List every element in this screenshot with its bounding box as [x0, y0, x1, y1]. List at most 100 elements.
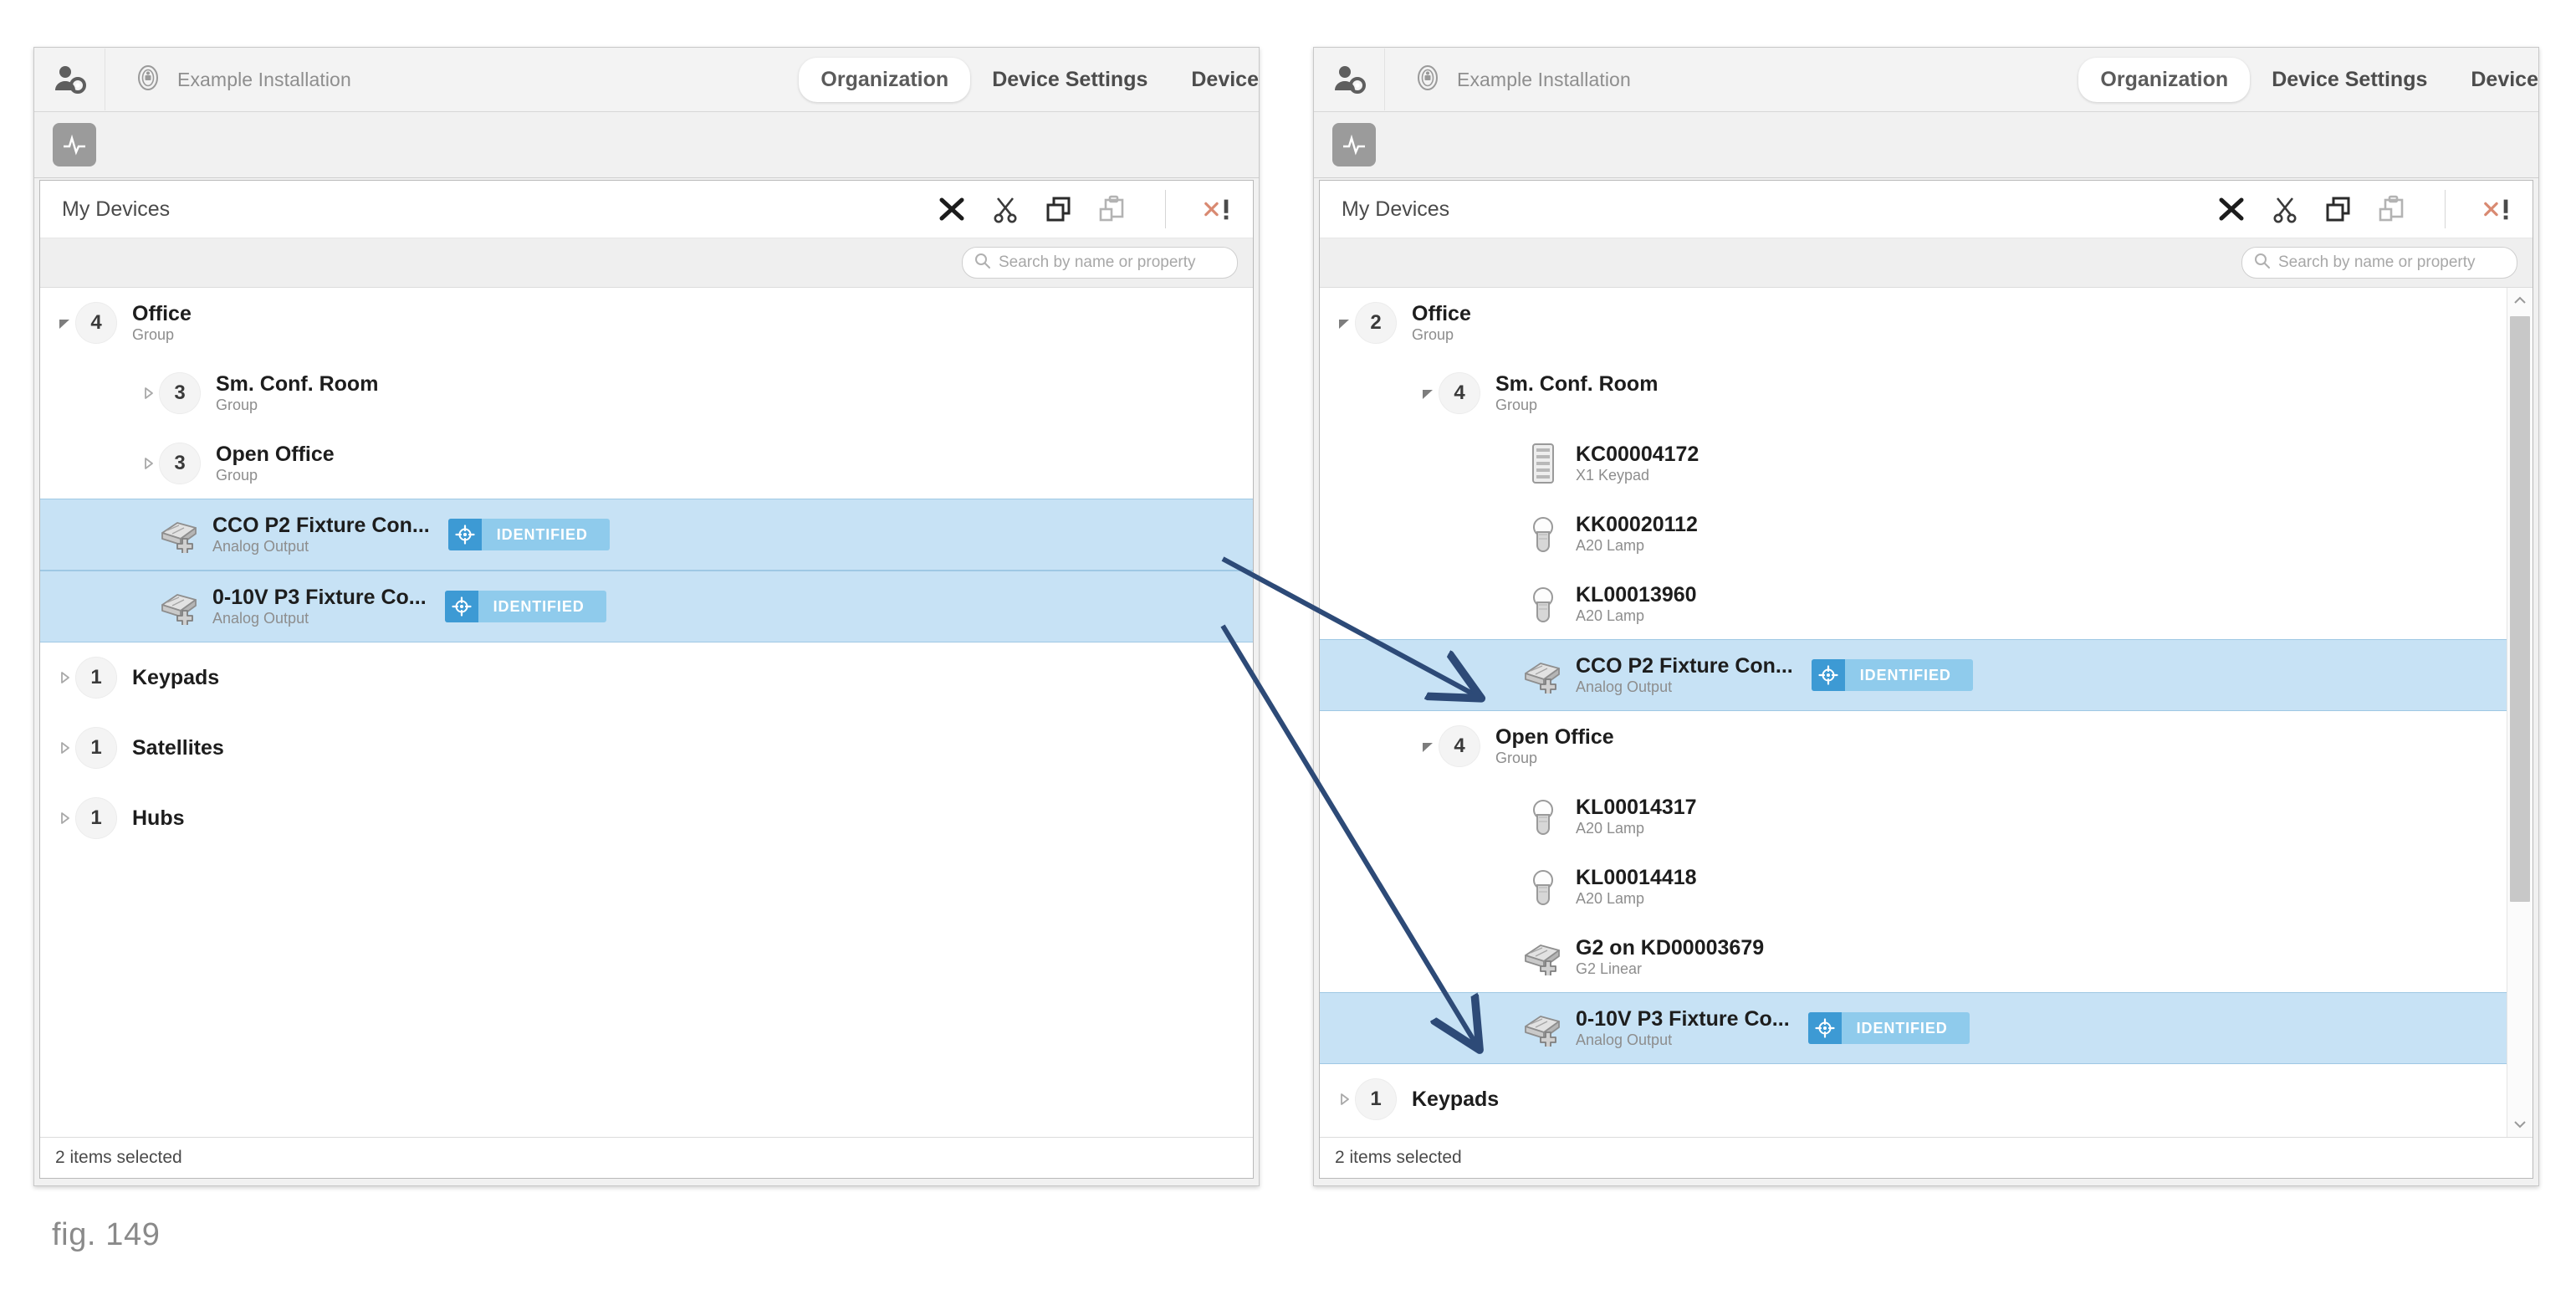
row-name: Open Office: [1495, 724, 1614, 749]
row-name: KK00020112: [1576, 512, 1698, 536]
tree-row-selected[interactable]: 0-10V P3 Fixture Co... Analog Output IDENT…: [40, 571, 1253, 642]
tree-row[interactable]: 2 Office Group: [1320, 288, 2507, 358]
tab-device-settings[interactable]: Device Settings: [2250, 58, 2449, 102]
tree-row[interactable]: 1 Hubs: [40, 783, 1253, 853]
copy-icon[interactable]: [2323, 193, 2354, 225]
tree-row-selected[interactable]: CCO P2 Fixture Con... Analog Output IDENTI…: [40, 499, 1253, 571]
delete-icon[interactable]: [936, 193, 968, 225]
chevron-right-icon[interactable]: [1333, 1091, 1355, 1108]
activity-pulse-icon[interactable]: [53, 123, 96, 166]
vertical-scrollbar[interactable]: [2507, 288, 2533, 1137]
group-count-badge: 1: [75, 797, 117, 839]
row-name: Satellites: [132, 735, 224, 760]
row-name: KL00013960: [1576, 582, 1697, 607]
row-name: Keypads: [1412, 1087, 1500, 1111]
target-identify-icon: [1811, 659, 1845, 691]
tab-device[interactable]: Device: [2449, 58, 2538, 102]
row-labels: 0-10V P3 Fixture Co... Analog Output: [212, 586, 427, 627]
row-subtitle: A20 Lamp: [1576, 607, 1645, 625]
tree-row[interactable]: 4 Office Group: [40, 288, 1253, 358]
tree-row-selected[interactable]: CCO P2 Fixture Con... Analog Output IDENTI…: [1320, 639, 2507, 711]
cut-icon[interactable]: [989, 193, 1021, 225]
search-placeholder: Search by name or property: [2278, 253, 2476, 271]
installation-block[interactable]: Example Installation: [105, 64, 351, 96]
user-settings-button[interactable]: [34, 49, 105, 110]
panel-header-left: My Devices: [40, 181, 1253, 238]
chevron-right-icon[interactable]: [54, 669, 75, 686]
target-identify-icon: [444, 591, 478, 622]
tree-root-left: 4 Office Group 3 Sm. Conf. Room Group 3 Open Of…: [40, 288, 1253, 853]
tree-row[interactable]: KL00013960 A20 Lamp: [1320, 569, 2507, 639]
user-settings-button[interactable]: [1314, 49, 1385, 110]
tab-organization[interactable]: Organization: [799, 57, 971, 102]
chevron-right-icon[interactable]: [54, 740, 75, 756]
chevron-right-icon[interactable]: [137, 455, 159, 472]
device-tree-left[interactable]: 4 Office Group 3 Sm. Conf. Room Group 3 Open Of…: [40, 288, 1253, 1137]
tree-row[interactable]: 4 Sm. Conf. Room Group: [1320, 358, 2507, 428]
tree-row[interactable]: 3 Sm. Conf. Room Group: [40, 358, 1253, 428]
search-input[interactable]: Search by name or property: [2241, 247, 2517, 279]
delete-icon[interactable]: [2216, 193, 2247, 225]
tree-row[interactable]: 3 Open Office Group: [40, 428, 1253, 499]
tree-row-selected[interactable]: 0-10V P3 Fixture Co... Analog Output IDENT…: [1320, 992, 2507, 1064]
chevron-down-icon[interactable]: [54, 315, 75, 331]
lamp-icon: [1522, 584, 1564, 624]
scrollbar-thumb[interactable]: [2510, 316, 2530, 902]
status-badge[interactable]: IDENTIFIED: [1807, 1012, 1970, 1044]
tree-row[interactable]: KL00014418 A20 Lamp: [1320, 852, 2507, 922]
paste-icon[interactable]: [2376, 193, 2408, 225]
tree-row[interactable]: G2 on KD00003679 G2 Linear: [1320, 922, 2507, 992]
search-icon: [2254, 253, 2271, 274]
row-subtitle: Group: [216, 467, 258, 484]
scroll-up-arrow-icon[interactable]: [2507, 288, 2533, 313]
scroll-down-arrow-icon[interactable]: [2507, 1112, 2533, 1137]
chevron-down-icon[interactable]: [1417, 385, 1439, 402]
tab-device-settings[interactable]: Device Settings: [970, 58, 1169, 102]
copy-icon[interactable]: [1043, 193, 1075, 225]
device-tree-right[interactable]: 2 Office Group 4 Sm. Conf. Room Group KC000041…: [1320, 288, 2533, 1137]
status-badge[interactable]: IDENTIFIED: [447, 519, 610, 550]
tree-row[interactable]: KC00004172 X1 Keypad: [1320, 428, 2507, 499]
status-badge[interactable]: IDENTIFIED: [1811, 659, 1973, 691]
group-count-badge: 4: [1439, 372, 1480, 414]
clear-errors-icon[interactable]: [2482, 193, 2514, 225]
group-count-badge: 3: [159, 372, 201, 414]
status-badge[interactable]: IDENTIFIED: [444, 591, 606, 622]
tree-row[interactable]: 4 Open Office Group: [1320, 711, 2507, 781]
tree-row[interactable]: 1 Keypads: [1320, 1064, 2507, 1134]
tab-bar-left: Organization Device Settings Device: [799, 48, 1259, 111]
row-name: KL00014418: [1576, 865, 1697, 889]
chevron-down-icon[interactable]: [1333, 315, 1355, 331]
chevron-right-icon[interactable]: [137, 385, 159, 402]
search-input[interactable]: Search by name or property: [962, 247, 1238, 279]
row-labels: Hubs: [132, 807, 185, 830]
lamp-icon: [1522, 514, 1564, 554]
clear-errors-icon[interactable]: [1203, 193, 1234, 225]
row-subtitle: Group: [1412, 326, 1454, 344]
group-count-badge: 2: [1355, 302, 1397, 344]
row-subtitle: Analog Output: [212, 538, 309, 555]
chevron-right-icon[interactable]: [54, 810, 75, 827]
tree-row[interactable]: KK00020112 A20 Lamp: [1320, 499, 2507, 569]
tab-organization[interactable]: Organization: [2078, 57, 2251, 102]
keypad-icon: [1522, 443, 1564, 484]
row-subtitle: X1 Keypad: [1576, 467, 1650, 484]
tab-device[interactable]: Device: [1169, 58, 1259, 102]
target-identify-icon: [447, 519, 482, 550]
paste-icon[interactable]: [1096, 193, 1128, 225]
tree-root-right: 2 Office Group 4 Sm. Conf. Room Group KC000041…: [1320, 288, 2507, 1134]
cut-icon[interactable]: [2269, 193, 2301, 225]
row-subtitle: Analog Output: [212, 610, 309, 627]
chevron-down-icon[interactable]: [1417, 738, 1439, 755]
tree-row[interactable]: 1 Satellites: [40, 713, 1253, 783]
row-labels: KK00020112 A20 Lamp: [1576, 514, 1698, 555]
figure-stage: Example Installation Organization Device…: [0, 0, 2576, 1295]
activity-pulse-icon[interactable]: [1332, 123, 1376, 166]
tree-row[interactable]: 1 Keypads: [40, 642, 1253, 713]
row-name: Sm. Conf. Room: [216, 371, 379, 396]
row-labels: CCO P2 Fixture Con... Analog Output: [1576, 655, 1793, 696]
installation-block[interactable]: Example Installation: [1385, 64, 1631, 96]
tree-row[interactable]: KL00014317 A20 Lamp: [1320, 781, 2507, 852]
row-labels: Office Group: [1412, 303, 1471, 344]
row-labels: Sm. Conf. Room Group: [1495, 373, 1658, 414]
